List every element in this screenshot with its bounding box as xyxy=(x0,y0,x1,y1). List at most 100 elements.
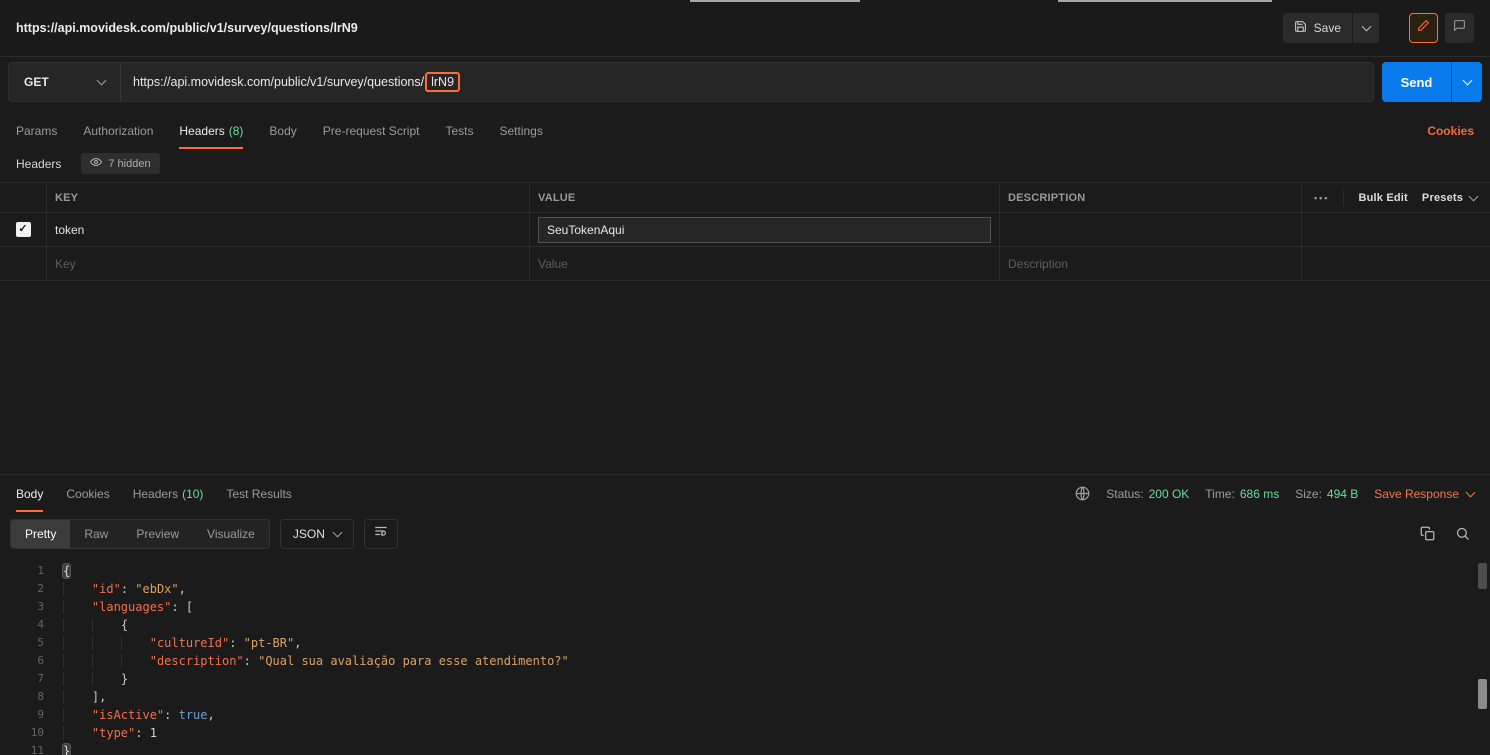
cookies-link[interactable]: Cookies xyxy=(1427,124,1474,138)
save-options-button[interactable] xyxy=(1352,13,1379,43)
headers-table-header: KEY VALUE DESCRIPTION ••• Bulk Edit Pres… xyxy=(0,183,1490,213)
header-key-cell[interactable]: token xyxy=(47,213,530,246)
header-description-cell[interactable] xyxy=(1000,213,1302,246)
headers-table: KEY VALUE DESCRIPTION ••• Bulk Edit Pres… xyxy=(0,182,1490,281)
size-badge: Size: 494 B xyxy=(1295,486,1359,501)
new-key-input[interactable]: Key xyxy=(47,247,530,280)
url-prefix: https://api.movidesk.com/public/v1/surve… xyxy=(133,75,425,89)
url-highlight-annotation: lrN9 xyxy=(425,72,461,92)
row-checkbox-cell xyxy=(0,247,47,280)
topbar-actions: Save xyxy=(1282,13,1474,43)
new-value-input[interactable]: Value xyxy=(530,247,1000,280)
copy-button[interactable] xyxy=(1420,526,1435,541)
response-header: Body Cookies Headers (10) Test Results St… xyxy=(0,474,1490,512)
tab-pre-request-script[interactable]: Pre-request Script xyxy=(323,112,420,149)
save-button[interactable]: Save xyxy=(1283,13,1352,43)
view-pretty[interactable]: Pretty xyxy=(11,519,71,548)
url-bar: GET https://api.movidesk.com/public/v1/s… xyxy=(8,62,1374,102)
code-line: 10 "type": 1 xyxy=(30,726,157,740)
edit-button[interactable] xyxy=(1409,13,1438,43)
response-tab-cookies[interactable]: Cookies xyxy=(66,475,109,512)
column-key: KEY xyxy=(47,183,530,212)
response-body: 1{2 "id": "ebDx", 3 "languages": [4 {5 "c… xyxy=(0,555,1490,755)
network-info-button[interactable] xyxy=(1075,486,1090,501)
hidden-headers-label: 7 hidden xyxy=(108,157,151,170)
comment-icon xyxy=(1453,19,1466,37)
chevron-down-icon xyxy=(1462,75,1472,86)
save-response-button[interactable]: Save Response xyxy=(1374,487,1476,501)
wrap-lines-icon xyxy=(374,524,388,543)
response-tab-test-results[interactable]: Test Results xyxy=(226,475,291,512)
row-actions-cell xyxy=(1302,247,1490,280)
tab-settings[interactable]: Settings xyxy=(500,112,543,149)
headers-count: (8) xyxy=(228,123,244,138)
wrap-lines-button[interactable] xyxy=(363,518,398,549)
chevron-down-icon xyxy=(1465,487,1476,497)
request-tab-title[interactable]: https://api.movidesk.com/public/v1/surve… xyxy=(16,21,358,35)
time-badge: Time: 686 ms xyxy=(1205,486,1280,501)
tab-headers[interactable]: Headers (8) xyxy=(179,112,243,149)
headers-section-title: Headers xyxy=(16,156,62,171)
chevron-down-icon xyxy=(96,75,107,86)
select-all-cell xyxy=(0,183,47,212)
presets-dropdown[interactable]: Presets xyxy=(1422,191,1479,204)
more-options-icon[interactable]: ••• xyxy=(1314,193,1329,203)
column-description: DESCRIPTION xyxy=(1000,183,1302,212)
request-url-bar: GET https://api.movidesk.com/public/v1/s… xyxy=(0,57,1490,112)
response-tab-headers[interactable]: Headers (10) xyxy=(133,475,204,512)
header-row-token: token SeuTokenAqui xyxy=(0,213,1490,247)
method-label: GET xyxy=(24,75,49,89)
hidden-headers-toggle[interactable]: 7 hidden xyxy=(81,153,160,174)
response-toolbar: Pretty Raw Preview Visualize JSON xyxy=(0,512,1490,555)
code-line: 9 "isActive": true, xyxy=(37,708,215,722)
scrollbar-thumb-secondary[interactable] xyxy=(1478,679,1487,709)
tab-strip-decoration xyxy=(1058,0,1272,2)
code-line: 4 { xyxy=(37,618,129,632)
view-raw[interactable]: Raw xyxy=(70,520,122,548)
send-button[interactable]: Send xyxy=(1382,62,1451,102)
response-meta: Status: 200 OK Time: 686 ms Size: 494 B Sav… xyxy=(1075,486,1476,501)
response-code: 1{2 "id": "ebDx", 3 "languages": [4 {5 "c… xyxy=(0,562,1490,755)
eye-icon xyxy=(90,156,103,171)
chevron-down-icon xyxy=(1361,21,1371,32)
send-options-button[interactable] xyxy=(1451,62,1482,102)
header-row-placeholder: Key Value Description xyxy=(0,247,1490,281)
header-value-input[interactable]: SeuTokenAqui xyxy=(538,216,991,243)
divider xyxy=(1343,189,1345,206)
row-actions-cell xyxy=(1302,213,1490,246)
code-line: 2 "id": "ebDx", xyxy=(37,582,186,596)
column-value: VALUE xyxy=(530,183,1000,212)
code-line: 7 } xyxy=(37,672,129,686)
header-value-cell: SeuTokenAqui xyxy=(530,213,1000,246)
scrollbar-thumb[interactable] xyxy=(1478,563,1487,589)
status-badge: Status: 200 OK xyxy=(1106,486,1190,501)
method-select[interactable]: GET xyxy=(9,63,121,101)
code-line: 1{ xyxy=(37,564,71,578)
view-visualize[interactable]: Visualize xyxy=(193,520,269,548)
headers-section-header: Headers 7 hidden xyxy=(0,149,1490,182)
pencil-icon xyxy=(1417,19,1430,37)
row-checkbox[interactable] xyxy=(15,222,31,237)
tab-tests[interactable]: Tests xyxy=(445,112,473,149)
tab-authorization[interactable]: Authorization xyxy=(83,112,153,149)
tab-body[interactable]: Body xyxy=(269,112,296,149)
response-tab-body[interactable]: Body xyxy=(16,475,43,512)
url-input[interactable]: https://api.movidesk.com/public/v1/surve… xyxy=(121,63,1373,101)
empty-area xyxy=(0,281,1490,474)
search-button[interactable] xyxy=(1455,526,1470,541)
tab-params[interactable]: Params xyxy=(16,112,57,149)
new-description-input[interactable]: Description xyxy=(1000,247,1302,280)
topbar: https://api.movidesk.com/public/v1/surve… xyxy=(0,0,1490,57)
chevron-down-icon xyxy=(1468,191,1479,201)
response-headers-count: (10) xyxy=(182,486,204,501)
view-preview[interactable]: Preview xyxy=(122,520,193,548)
comments-button[interactable] xyxy=(1445,13,1474,43)
format-select[interactable]: JSON xyxy=(279,518,354,549)
chevron-down-icon xyxy=(332,527,343,537)
bulk-edit-button[interactable]: Bulk Edit xyxy=(1358,192,1407,204)
tab-icon-buttons xyxy=(1409,13,1474,43)
save-button-group: Save xyxy=(1282,13,1379,43)
scrollbar xyxy=(1477,563,1487,747)
response-tools xyxy=(1420,526,1480,541)
code-line: 3 "languages": [ xyxy=(37,600,194,614)
